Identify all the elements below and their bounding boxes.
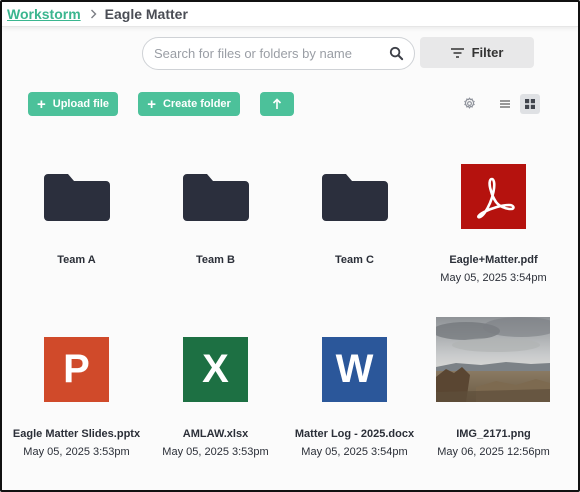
pdf-icon	[461, 164, 526, 229]
navigate-up-button[interactable]	[260, 92, 294, 116]
gear-icon[interactable]	[463, 97, 476, 110]
upload-file-button[interactable]: + Upload file	[28, 92, 118, 116]
arrow-up-icon	[272, 98, 282, 109]
excel-icon: X	[183, 337, 248, 402]
filter-icon	[450, 47, 464, 58]
powerpoint-letter: P	[63, 347, 90, 391]
chevron-right-icon	[90, 9, 97, 19]
search-bar	[142, 37, 415, 70]
file-tile-xlsx[interactable]: X AMLAW.xlsx May 05, 2025 3:53pm	[146, 317, 285, 462]
create-folder-button[interactable]: + Create folder	[138, 92, 240, 116]
file-tile-docx[interactable]: W Matter Log - 2025.docx May 05, 2025 3:…	[285, 317, 424, 462]
image-thumbnail	[436, 317, 550, 402]
folder-icon	[183, 174, 249, 221]
file-name: Eagle Matter Slides.pptx	[12, 428, 141, 440]
file-name: AMLAW.xlsx	[182, 428, 249, 440]
file-date: May 05, 2025 3:54pm	[301, 446, 408, 458]
file-tile-png[interactable]: IMG_2171.png May 06, 2025 12:56pm	[424, 317, 563, 462]
folder-tile-team-c[interactable]: Team C	[285, 162, 424, 282]
file-name: IMG_2171.png	[456, 428, 531, 440]
grid-view-icon	[525, 99, 535, 109]
file-date: May 05, 2025 3:53pm	[162, 446, 269, 458]
folder-icon	[44, 174, 110, 221]
upload-file-label: Upload file	[52, 98, 109, 110]
word-letter: W	[335, 347, 374, 391]
search-icon[interactable]	[389, 46, 404, 61]
breadcrumb: Workstorm Eagle Matter	[2, 2, 578, 27]
file-tile-pdf[interactable]: Eagle+Matter.pdf May 05, 2025 3:54pm	[424, 162, 563, 287]
file-name: Team C	[335, 254, 374, 266]
file-date: May 05, 2025 3:53pm	[23, 446, 130, 458]
word-icon: W	[322, 337, 387, 402]
file-name: Team A	[57, 254, 96, 266]
grid-view-button[interactable]	[520, 94, 540, 114]
search-input[interactable]	[154, 46, 384, 61]
file-name: Team B	[196, 254, 235, 266]
folder-tile-team-b[interactable]: Team B	[146, 162, 285, 282]
plus-icon: +	[37, 95, 46, 113]
file-date: May 05, 2025 3:54pm	[440, 272, 547, 284]
file-date: May 06, 2025 12:56pm	[437, 446, 550, 458]
file-browser-window: Workstorm Eagle Matter Filter + Upload f…	[0, 0, 580, 492]
filter-label: Filter	[471, 45, 504, 60]
powerpoint-icon: P	[44, 337, 109, 402]
create-folder-label: Create folder	[162, 98, 231, 110]
file-name: Eagle+Matter.pdf	[449, 254, 538, 266]
filter-button[interactable]: Filter	[420, 37, 534, 68]
file-tile-pptx[interactable]: P Eagle Matter Slides.pptx May 05, 2025 …	[7, 317, 146, 462]
file-name: Matter Log - 2025.docx	[294, 428, 415, 440]
plus-icon: +	[147, 95, 156, 113]
excel-letter: X	[202, 347, 229, 391]
folder-tile-team-a[interactable]: Team A	[7, 162, 146, 282]
breadcrumb-root-link[interactable]: Workstorm	[7, 6, 81, 22]
folder-icon	[322, 174, 388, 221]
breadcrumb-current: Eagle Matter	[104, 6, 188, 22]
list-view-icon[interactable]	[500, 100, 510, 108]
